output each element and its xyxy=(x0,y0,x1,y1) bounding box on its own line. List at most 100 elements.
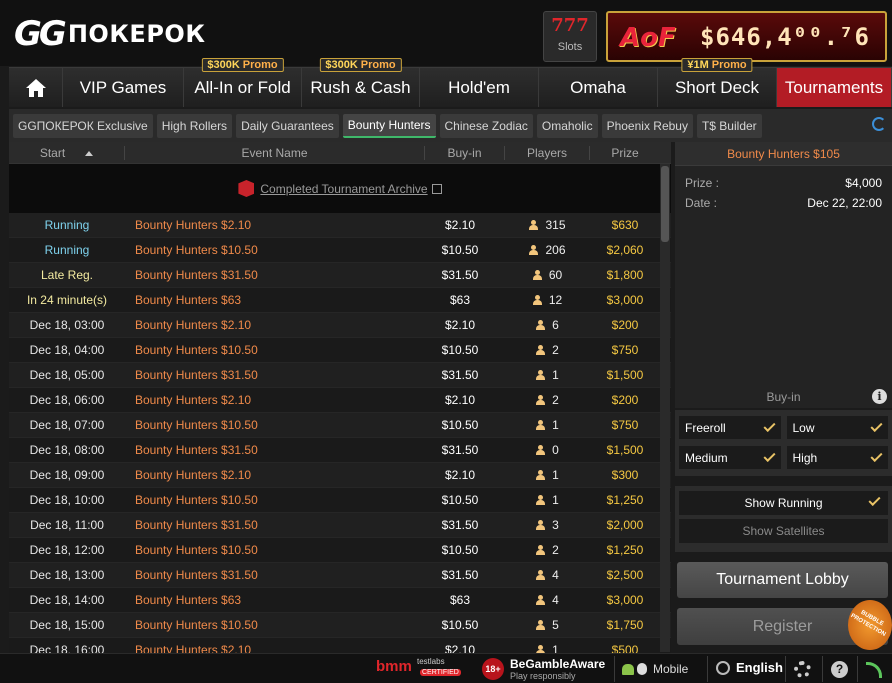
aof-jackpot-banner[interactable]: AoF $646,4⁰⁰.⁷6 xyxy=(606,11,887,62)
start-time: Dec 18, 04:00 xyxy=(29,343,105,357)
column-buyin[interactable]: Buy-in xyxy=(425,145,505,160)
tournament-row[interactable]: Dec 18, 03:00 Bounty Hunters $2.10 $2.10 6 $… xyxy=(9,313,671,338)
filter-ts-builder[interactable]: T$ Builder xyxy=(696,113,762,138)
show-running-label: Show Running xyxy=(744,496,823,510)
prize-value: $3,000 xyxy=(606,593,644,607)
checkmark-icon xyxy=(762,449,776,463)
buyin-value: $10.50 xyxy=(441,493,479,507)
buyin-value: $10.50 xyxy=(441,618,479,632)
settings-gear-icon[interactable] xyxy=(794,661,811,678)
begambleaware-logo[interactable]: BeGambleAware xyxy=(510,657,605,671)
checkbox-freeroll[interactable]: Freeroll xyxy=(679,416,781,439)
footer-divider xyxy=(707,656,708,682)
refresh-icon[interactable] xyxy=(872,117,886,131)
column-players[interactable]: Players xyxy=(505,145,590,160)
players-cell: 315 xyxy=(505,218,590,232)
tab-vip-games[interactable]: VIP Games xyxy=(63,67,184,107)
help-icon[interactable]: ? xyxy=(831,661,848,678)
buyin-value: $2.10 xyxy=(444,643,476,653)
info-icon[interactable]: i xyxy=(872,389,887,404)
logo-gg: GG xyxy=(14,14,67,54)
tournament-row[interactable]: Dec 18, 15:00 Bounty Hunters $10.50 $10.50… xyxy=(9,613,671,638)
tournament-row[interactable]: Dec 18, 07:00 Bounty Hunters $10.50 $10.50… xyxy=(9,413,671,438)
filter-high-rollers[interactable]: High Rollers xyxy=(156,113,233,138)
slots-button[interactable]: 777 Slots xyxy=(543,11,597,62)
tab-tournaments[interactable]: Tournaments xyxy=(777,67,892,107)
tournament-row[interactable]: Dec 18, 11:00 Bounty Hunters $31.50 $31.50… xyxy=(9,513,671,538)
list-scrollbar[interactable] xyxy=(660,164,670,652)
checkmark-icon xyxy=(870,449,883,463)
buyin-value: $10.50 xyxy=(441,418,479,432)
start-time: Dec 18, 15:00 xyxy=(29,618,105,632)
players-cell: 1 xyxy=(505,493,590,507)
tournament-row[interactable]: In 24 minute(s) Bounty Hunters $63 $63 12 $3… xyxy=(9,288,671,313)
filter-bounty-hunters[interactable]: Bounty Hunters xyxy=(342,113,436,138)
tournament-row[interactable]: Dec 18, 16:00 Bounty Hunters $2.10 $2.10 1 $… xyxy=(9,638,671,653)
tournament-row[interactable]: Dec 18, 12:00 Bounty Hunters $10.50 $10.50… xyxy=(9,538,671,563)
android-icon xyxy=(622,663,634,675)
checkbox-medium[interactable]: Medium xyxy=(679,446,781,469)
checkbox-high[interactable]: High xyxy=(786,446,888,469)
tab-omaha[interactable]: Omaha xyxy=(539,67,658,107)
completed-tournament-archive-link[interactable]: Completed Tournament Archive xyxy=(260,182,442,196)
tab-holdem[interactable]: Hold'em xyxy=(420,67,539,107)
list-header: Start Event Name Buy-in Players Prize xyxy=(9,142,671,164)
checkmark-icon xyxy=(870,419,883,433)
event-name: Bounty Hunters $10.50 xyxy=(135,243,258,257)
tournament-row[interactable]: Late Reg. Bounty Hunters $31.50 $31.50 60 $1… xyxy=(9,263,671,288)
players-cell: 1 xyxy=(505,643,590,653)
tab-label: Short Deck xyxy=(674,77,760,97)
column-prize[interactable]: Prize xyxy=(590,146,660,160)
event-name: Bounty Hunters $31.50 xyxy=(135,368,258,382)
event-name: Bounty Hunters $2.10 xyxy=(135,643,252,653)
players-cell: 2 xyxy=(505,543,590,557)
checkbox-label: High xyxy=(792,450,818,465)
checkbox-low[interactable]: Low xyxy=(786,416,888,439)
tournament-row[interactable]: Dec 18, 08:00 Bounty Hunters $31.50 $31.50… xyxy=(9,438,671,463)
buyin-value: $31.50 xyxy=(441,268,479,282)
event-name: Bounty Hunters $31.50 xyxy=(135,568,258,582)
tournament-row[interactable]: Running Bounty Hunters $2.10 $2.10 315 $630 xyxy=(9,213,671,238)
filter-omaholic[interactable]: Omaholic xyxy=(536,113,598,138)
player-icon xyxy=(532,270,542,280)
tournament-row[interactable]: Dec 18, 13:00 Bounty Hunters $31.50 $31.50… xyxy=(9,563,671,588)
player-icon xyxy=(536,345,546,355)
tournament-list: Start Event Name Buy-in Players Prize Co… xyxy=(9,142,671,653)
checkmark-icon xyxy=(868,493,881,507)
tab-home[interactable] xyxy=(9,67,63,107)
tournament-lobby-button[interactable]: Tournament Lobby xyxy=(677,562,888,598)
show-satellites-toggle[interactable]: Show Satellites xyxy=(679,519,888,543)
tournament-row[interactable]: Dec 18, 09:00 Bounty Hunters $2.10 $2.10 1 $… xyxy=(9,463,671,488)
tab-all-in-or-fold[interactable]: $300K Promo All-In or Fold xyxy=(184,58,302,107)
tournament-row[interactable]: Dec 18, 10:00 Bounty Hunters $10.50 $10.50… xyxy=(9,488,671,513)
tournament-row[interactable]: Dec 18, 14:00 Bounty Hunters $63 $63 4 $3,00… xyxy=(9,588,671,613)
prize-value: $200 xyxy=(611,318,639,332)
tab-rush-and-cash[interactable]: $300K Promo Rush & Cash xyxy=(302,58,420,107)
tournament-row[interactable]: Dec 18, 05:00 Bounty Hunters $31.50 $31.50… xyxy=(9,363,671,388)
checkmark-icon xyxy=(762,419,776,433)
show-running-toggle[interactable]: Show Running xyxy=(679,491,888,515)
filter-daily-guarantees[interactable]: Daily Guarantees xyxy=(236,113,339,138)
tournament-rows: Running Bounty Hunters $2.10 $2.10 315 $630 R… xyxy=(9,213,671,653)
column-start[interactable]: Start xyxy=(9,145,125,160)
start-time: Running xyxy=(44,243,90,257)
mobile-link[interactable]: Mobile xyxy=(622,662,688,676)
tab-short-deck[interactable]: ¥1M Promo Short Deck xyxy=(658,58,777,107)
language-selector[interactable]: English xyxy=(716,660,783,675)
players-cell: 3 xyxy=(505,518,590,532)
mobile-label: Mobile xyxy=(653,662,689,676)
filter-ggpokerok-exclusive[interactable]: GGПОКЕРОК Exclusive xyxy=(13,113,153,138)
filter-chinese-zodiac[interactable]: Chinese Zodiac xyxy=(439,113,533,138)
tournament-row[interactable]: Dec 18, 06:00 Bounty Hunters $2.10 $2.10 2 $… xyxy=(9,388,671,413)
tournament-row[interactable]: Running Bounty Hunters $10.50 $10.50 206 $2,… xyxy=(9,238,671,263)
event-name: Bounty Hunters $2.10 xyxy=(135,218,252,232)
scroll-thumb[interactable] xyxy=(661,166,669,242)
start-time: Dec 18, 13:00 xyxy=(29,568,105,582)
column-event-name[interactable]: Event Name xyxy=(125,145,425,160)
event-name: Bounty Hunters $10.50 xyxy=(135,493,258,507)
top-bar: GG ПОКЕРОК 777 Slots AoF $646,4⁰⁰.⁷6 xyxy=(0,0,892,66)
apple-icon xyxy=(637,663,647,675)
selected-tournament-title: Bounty Hunters $105 xyxy=(675,142,892,166)
tournament-row[interactable]: Dec 18, 04:00 Bounty Hunters $10.50 $10.50… xyxy=(9,338,671,363)
filter-phoenix-rebuy[interactable]: Phoenix Rebuy xyxy=(601,113,693,138)
